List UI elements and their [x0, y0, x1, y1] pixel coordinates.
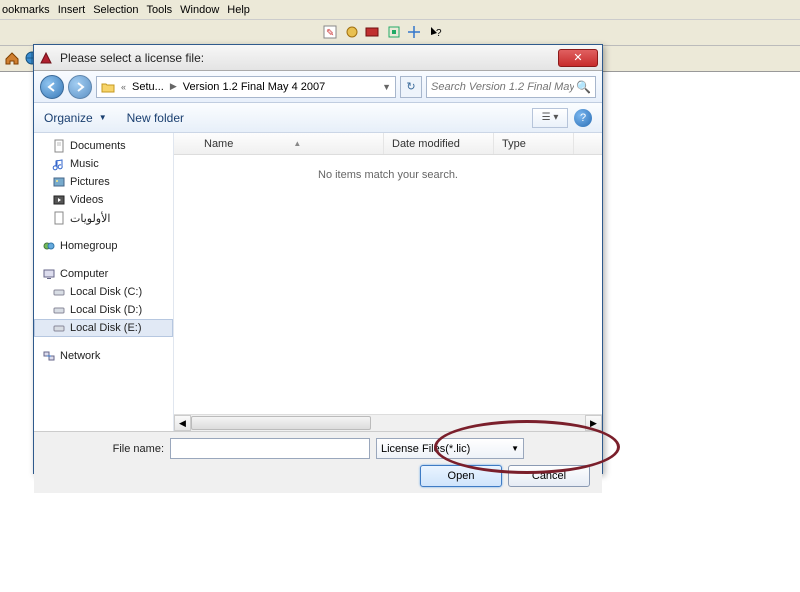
h-scrollbar[interactable]: ◀ ▶	[174, 414, 602, 431]
folder-icon	[101, 80, 115, 94]
back-button[interactable]	[40, 75, 64, 99]
nav-priorities[interactable]: الأولويات	[34, 209, 173, 227]
file-open-dialog: Please select a license file: ✕ « Setu..…	[33, 44, 603, 474]
menu-window[interactable]: Window	[180, 4, 219, 16]
menu-help[interactable]: Help	[227, 4, 250, 16]
toolbar-row-1: ✎ ?	[0, 20, 800, 46]
scroll-track[interactable]	[191, 415, 585, 431]
nav-local-c[interactable]: Local Disk (C:)	[34, 283, 173, 301]
menubar: ookmarks Insert Selection Tools Window H…	[0, 0, 800, 20]
close-button[interactable]: ✕	[558, 49, 598, 67]
tb-icon-c[interactable]	[364, 24, 380, 40]
help-button[interactable]: ?	[574, 109, 592, 127]
svg-text:?: ?	[436, 28, 442, 39]
app-icon	[38, 50, 54, 66]
file-list-area: Name▲ Date modified Type No items match …	[174, 133, 602, 431]
tb-icon-help-arrow[interactable]: ?	[428, 24, 444, 40]
filename-input[interactable]	[170, 438, 370, 459]
nav-local-d[interactable]: Local Disk (D:)	[34, 301, 173, 319]
dialog-title: Please select a license file:	[60, 51, 558, 65]
nav-documents[interactable]: Documents	[34, 137, 173, 155]
bc-dropdown[interactable]: ▼	[382, 82, 391, 92]
nav-pictures[interactable]: Pictures	[34, 173, 173, 191]
menu-selection[interactable]: Selection	[93, 4, 138, 16]
col-type[interactable]: Type	[494, 133, 574, 154]
nav-local-e[interactable]: Local Disk (E:)	[34, 319, 173, 337]
menu-insert[interactable]: Insert	[58, 4, 86, 16]
scroll-right[interactable]: ▶	[585, 415, 602, 431]
tb-icon-d[interactable]	[386, 24, 402, 40]
view-button[interactable]: ☰ ▾	[532, 108, 568, 128]
nav-computer[interactable]: Computer	[34, 265, 173, 283]
empty-message: No items match your search.	[174, 169, 602, 181]
nav-homegroup[interactable]: Homegroup	[34, 237, 173, 255]
tb-icon-b[interactable]	[344, 24, 360, 40]
bc-folder-2[interactable]: Version 1.2 Final May 4 2007	[183, 81, 325, 93]
command-row: Organize ▼ New folder ☰ ▾ ?	[34, 103, 602, 133]
nav-music[interactable]: Music	[34, 155, 173, 173]
filename-label: File name:	[44, 443, 164, 455]
new-folder-button[interactable]: New folder	[127, 111, 184, 125]
open-button[interactable]: Open	[420, 465, 502, 487]
tb-icon-e[interactable]	[406, 24, 422, 40]
refresh-button[interactable]: ↻	[400, 76, 422, 98]
titlebar: Please select a license file: ✕	[34, 45, 602, 71]
chevron-down-icon: ▼	[511, 444, 519, 453]
search-input[interactable]	[431, 81, 574, 93]
search-icon: 🔍	[576, 80, 591, 94]
bottom-panel: File name: License Files(*.lic) ▼ Open C…	[34, 431, 602, 493]
tb-home-icon[interactable]	[4, 50, 20, 66]
search-box[interactable]: 🔍	[426, 76, 596, 98]
col-name[interactable]: Name▲	[174, 133, 384, 154]
forward-button[interactable]	[68, 75, 92, 99]
nav-tree[interactable]: Documents Music Pictures Videos الأولويا…	[34, 133, 174, 431]
filetype-filter[interactable]: License Files(*.lic) ▼	[376, 438, 524, 459]
nav-videos[interactable]: Videos	[34, 191, 173, 209]
breadcrumb[interactable]: « Setu... ▶ Version 1.2 Final May 4 2007…	[96, 76, 396, 98]
dialog-body: Documents Music Pictures Videos الأولويا…	[34, 133, 602, 431]
bc-folder-1[interactable]: Setu...	[132, 81, 164, 93]
column-header: Name▲ Date modified Type	[174, 133, 602, 155]
tb-icon-a[interactable]: ✎	[322, 24, 338, 40]
scroll-left[interactable]: ◀	[174, 415, 191, 431]
nav-row: « Setu... ▶ Version 1.2 Final May 4 2007…	[34, 71, 602, 103]
organize-button[interactable]: Organize	[44, 111, 93, 125]
svg-text:✎: ✎	[326, 28, 334, 39]
cancel-button[interactable]: Cancel	[508, 465, 590, 487]
col-date[interactable]: Date modified	[384, 133, 494, 154]
scroll-thumb[interactable]	[191, 416, 371, 430]
bc-sep: «	[121, 82, 126, 92]
menu-tools[interactable]: Tools	[146, 4, 172, 16]
filter-label: License Files(*.lic)	[381, 443, 470, 455]
nav-network[interactable]: Network	[34, 347, 173, 365]
organize-dropdown-icon[interactable]: ▼	[99, 113, 107, 122]
menu-bookmarks[interactable]: ookmarks	[2, 4, 50, 16]
